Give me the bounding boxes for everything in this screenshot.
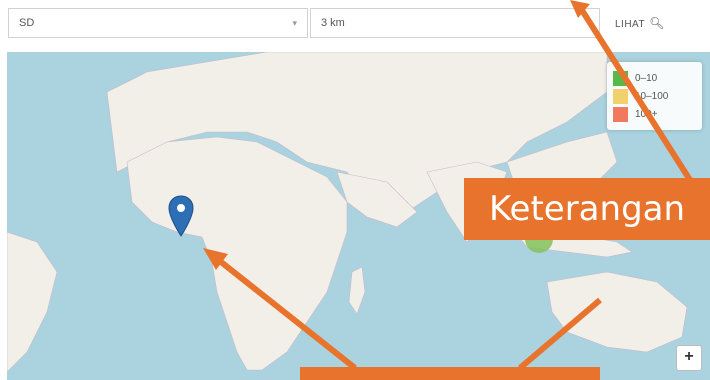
- legend-callout: Keterangan: [464, 178, 710, 240]
- land-australia: [546, 271, 688, 353]
- level-select-value: SD: [19, 17, 35, 29]
- land-madagascar: [348, 266, 366, 315]
- marker-callout: [300, 367, 600, 380]
- legend-label: 10–100: [635, 91, 669, 102]
- land-south-america: [7, 231, 58, 373]
- location-pin-icon[interactable]: [168, 195, 194, 237]
- chevron-down-icon: ▾: [292, 18, 297, 28]
- zoom-in-button[interactable]: +: [676, 345, 702, 371]
- legend-swatch-green: [613, 71, 628, 86]
- radius-select[interactable]: 3 km: [310, 8, 600, 38]
- filter-toolbar: SD ▾ 3 km LIHAT 🔍︎: [0, 0, 710, 50]
- search-button-label: LIHAT: [615, 19, 646, 30]
- zoom-in-label: +: [684, 348, 694, 365]
- land-africa: [126, 136, 348, 371]
- search-button[interactable]: LIHAT 🔍︎: [615, 8, 700, 38]
- legend-label: 0–10: [635, 73, 658, 84]
- legend-swatch-red: [613, 107, 628, 122]
- radius-value: 3 km: [321, 17, 345, 29]
- map-legend: 0–10 10–100 100+: [607, 62, 702, 130]
- level-select[interactable]: SD ▾: [8, 8, 308, 38]
- legend-swatch-yellow: [613, 89, 628, 104]
- legend-callout-text: Keterangan: [488, 189, 686, 229]
- search-icon: 🔍︎: [649, 16, 665, 30]
- legend-label: 100+: [635, 109, 658, 120]
